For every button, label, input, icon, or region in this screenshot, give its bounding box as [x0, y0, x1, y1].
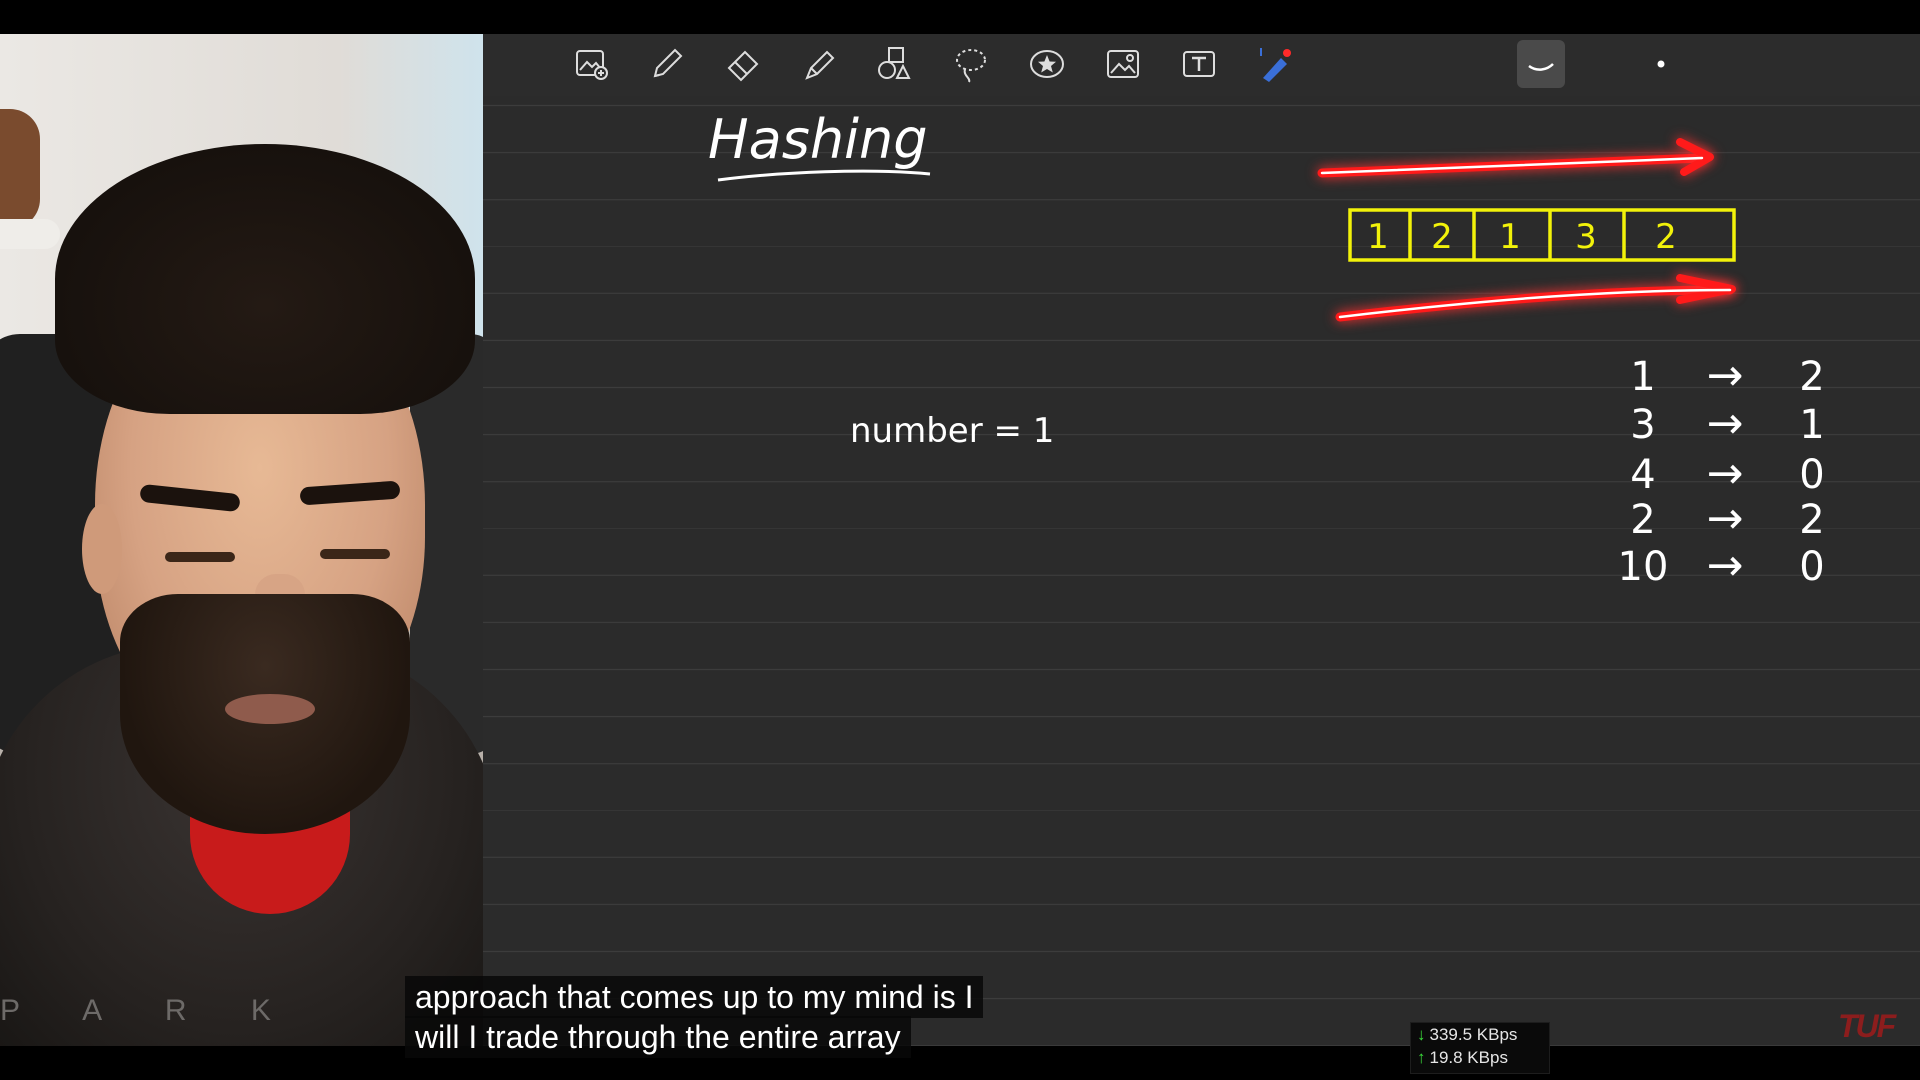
laser-pointer-icon	[1260, 48, 1291, 82]
background-object	[0, 109, 40, 229]
presenter-hair	[55, 144, 475, 414]
upload-speed: 19.8 KBps	[1429, 1048, 1508, 1067]
sticker-tool-button[interactable]	[1023, 40, 1071, 88]
download-arrow-icon: ↓	[1417, 1025, 1426, 1044]
shapes-tool-button[interactable]	[871, 40, 919, 88]
lasso-tool-button[interactable]	[947, 40, 995, 88]
image-icon	[1107, 50, 1139, 78]
network-speed-meter: ↓ 339.5 KBps ↑ 19.8 KBps	[1410, 1022, 1550, 1074]
subtitle-line-2: will I trade through the entire array	[405, 1016, 911, 1058]
star-icon	[1030, 50, 1064, 78]
webcam-feed: P A R K	[0, 34, 483, 1046]
highlighter-tool-button[interactable]	[795, 40, 843, 88]
presenter-mouth	[225, 694, 315, 724]
stroke-style-button[interactable]	[1517, 40, 1565, 88]
dot-size-icon	[1657, 60, 1665, 68]
eraser-tool-button[interactable]	[719, 40, 767, 88]
pen-icon	[653, 48, 683, 78]
presenter-eye	[320, 549, 390, 559]
image-tool-button[interactable]	[1099, 40, 1147, 88]
pen-tool-button[interactable]	[643, 40, 691, 88]
presenter-ear	[82, 504, 122, 594]
subtitles: approach that comes up to my mind is I w…	[405, 976, 1125, 1058]
background-shelf	[0, 219, 60, 249]
laser-pointer-tool-button[interactable]	[1251, 40, 1299, 88]
dot-size-button[interactable]	[1637, 40, 1685, 88]
highlighter-icon	[805, 50, 835, 80]
download-speed: 339.5 KBps	[1429, 1025, 1518, 1044]
text-box-icon	[1183, 51, 1215, 77]
presenter-eye	[165, 552, 235, 562]
stroke-curve-icon	[1528, 63, 1554, 71]
lasso-icon	[956, 49, 986, 83]
subtitle-line-1: approach that comes up to my mind is I	[405, 976, 984, 1018]
whiteboard-canvas[interactable]	[483, 34, 1920, 1046]
zoom-image-tool-button[interactable]	[568, 40, 616, 88]
letterbox-top	[0, 0, 1920, 34]
drawing-toolbar	[483, 34, 1920, 96]
channel-logo: TUF	[1838, 1008, 1896, 1044]
text-tool-button[interactable]	[1175, 40, 1223, 88]
video-frame: P A R K Hashing number = 1 1 2 1 3 2 1 →…	[0, 0, 1920, 1080]
eraser-icon	[727, 50, 759, 82]
zoom-image-icon	[576, 50, 608, 80]
shapes-icon	[878, 47, 911, 79]
upload-arrow-icon: ↑	[1417, 1048, 1426, 1067]
chair-brand-text: P A R K	[0, 994, 299, 1027]
